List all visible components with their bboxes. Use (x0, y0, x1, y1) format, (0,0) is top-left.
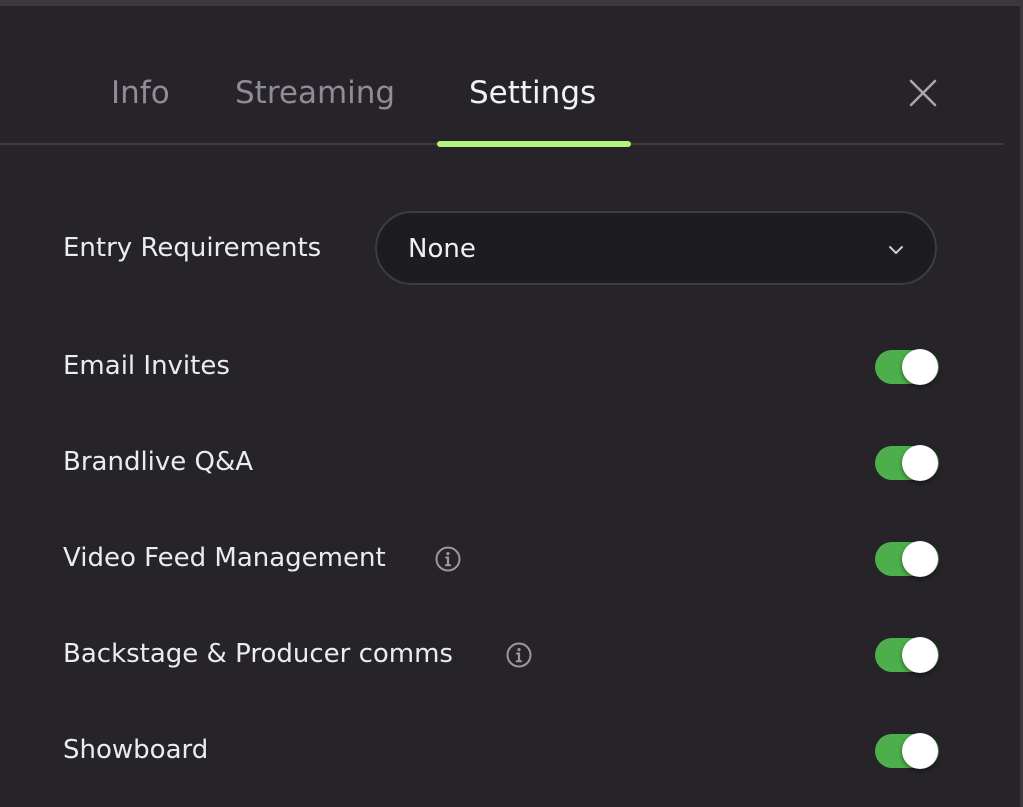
entry-requirements-label: Entry Requirements (63, 233, 322, 263)
video-feed-management-toggle[interactable] (875, 541, 939, 577)
chevron-down-icon (889, 246, 903, 254)
toggle-knob (902, 541, 938, 577)
showboard-toggle[interactable] (875, 733, 939, 769)
showboard-label: Showboard (63, 735, 209, 765)
brandlive-qa-toggle[interactable] (875, 445, 939, 481)
brandlive-qa-label: Brandlive Q&A (63, 447, 254, 477)
tab-info[interactable]: Info (111, 70, 170, 116)
entry-requirements-select[interactable]: None (375, 211, 937, 285)
toggle-knob (902, 637, 938, 673)
backstage-producer-comms-toggle[interactable] (875, 637, 939, 673)
info-icon[interactable] (505, 641, 533, 669)
toggle-knob (902, 733, 938, 769)
entry-requirements-value: None (408, 234, 476, 264)
info-icon[interactable] (434, 545, 462, 573)
email-invites-toggle[interactable] (875, 349, 939, 385)
video-feed-management-label: Video Feed Management (63, 543, 386, 573)
close-icon (909, 79, 937, 107)
close-button[interactable] (904, 74, 942, 112)
active-tab-indicator (437, 141, 631, 147)
tab-streaming[interactable]: Streaming (235, 70, 395, 116)
backstage-producer-comms-label: Backstage & Producer comms (63, 639, 453, 669)
tab-settings[interactable]: Settings (469, 70, 596, 116)
top-border (0, 0, 1023, 6)
email-invites-label: Email Invites (63, 351, 230, 381)
toggle-knob (902, 349, 938, 385)
toggle-knob (902, 445, 938, 481)
settings-panel: Info Streaming Settings Entry Requiremen… (0, 0, 1023, 807)
